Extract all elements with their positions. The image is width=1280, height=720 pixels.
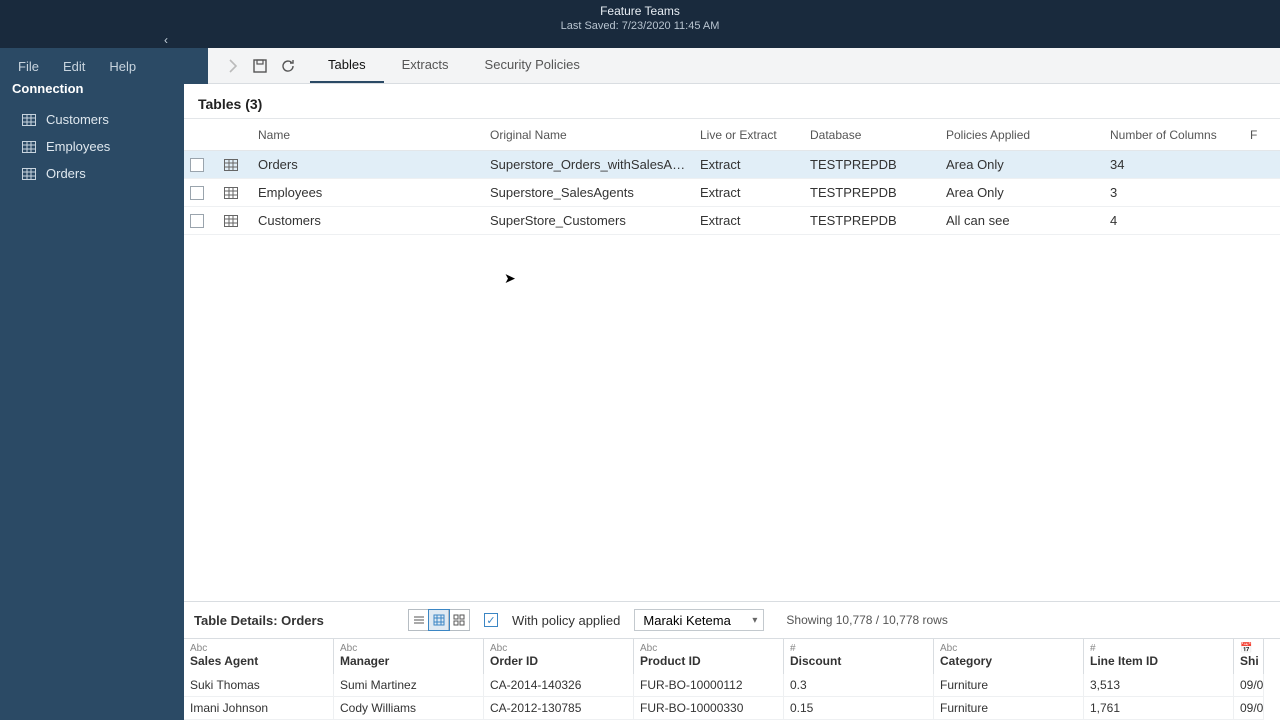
view-grid-icon[interactable] xyxy=(429,610,449,630)
col-num-columns[interactable]: Number of Columns xyxy=(1110,128,1250,142)
toolbar: Tables Extracts Security Policies xyxy=(184,48,1280,84)
table-icon xyxy=(22,141,36,153)
details-title: Table Details: Orders xyxy=(194,613,394,628)
cell-name: Customers xyxy=(258,213,490,228)
table-icon xyxy=(224,159,238,171)
data-grid-header: AbcSales Agent AbcManager AbcOrder ID Ab… xyxy=(184,639,1280,674)
tables-count-header: Tables (3) xyxy=(184,84,1280,118)
tab-tables[interactable]: Tables xyxy=(310,48,384,83)
tab-security-policies[interactable]: Security Policies xyxy=(467,48,598,83)
cell-name: Orders xyxy=(258,157,490,172)
col-policies[interactable]: Policies Applied xyxy=(946,128,1110,142)
collapse-sidebar-button[interactable]: ‹ xyxy=(156,30,176,50)
cell-database: TESTPREPDB xyxy=(810,185,946,200)
col-cutoff[interactable]: F xyxy=(1250,128,1280,142)
cell-policies: Area Only xyxy=(946,157,1110,172)
table-header-row: Name Original Name Live or Extract Datab… xyxy=(184,119,1280,151)
col-database[interactable]: Database xyxy=(810,128,946,142)
workbook-title: Feature Teams xyxy=(0,4,1280,18)
cell-database: TESTPREPDB xyxy=(810,213,946,228)
data-col[interactable]: AbcOrder ID xyxy=(484,639,634,674)
last-saved: Last Saved: 7/23/2020 11:45 AM xyxy=(0,20,1280,32)
sidebar: ‹ Tables in Published Connection Custome… xyxy=(0,48,184,720)
sidebar-item-label: Employees xyxy=(46,139,110,154)
sidebar-item-label: Customers xyxy=(46,112,109,127)
table-row[interactable]: Customers SuperStore_Customers Extract T… xyxy=(184,207,1280,235)
titlebar: Feature Teams Last Saved: 7/23/2020 11:4… xyxy=(0,0,1280,48)
data-row[interactable]: Suki Thomas Sumi Martinez CA-2014-140326… xyxy=(184,674,1280,697)
data-row[interactable]: Imani Johnson Cody Williams CA-2012-1307… xyxy=(184,697,1280,720)
tables-list: Name Original Name Live or Extract Datab… xyxy=(184,118,1280,235)
view-card-icon[interactable] xyxy=(449,610,469,630)
row-checkbox[interactable] xyxy=(190,158,204,172)
cell-original: Superstore_SalesAgents xyxy=(490,185,700,200)
cell-policies: All can see xyxy=(946,213,1110,228)
data-col[interactable]: AbcSales Agent xyxy=(184,639,334,674)
cell-original: SuperStore_Customers xyxy=(490,213,700,228)
data-col[interactable]: #Discount xyxy=(784,639,934,674)
main: Tables Extracts Security Policies Tables… xyxy=(184,48,1280,720)
view-list-icon[interactable] xyxy=(409,610,429,630)
data-col[interactable]: #Line Item ID xyxy=(1084,639,1234,674)
menu-file[interactable]: File xyxy=(18,59,39,74)
table-icon xyxy=(224,215,238,227)
cell-policies: Area Only xyxy=(946,185,1110,200)
cell-numcols: 34 xyxy=(1110,157,1250,172)
table-icon xyxy=(224,187,238,199)
table-icon xyxy=(22,114,36,126)
tabs: Tables Extracts Security Policies xyxy=(310,48,598,83)
col-live-extract[interactable]: Live or Extract xyxy=(700,128,810,142)
sidebar-item-label: Orders xyxy=(46,166,86,181)
col-original-name[interactable]: Original Name xyxy=(490,128,700,142)
table-icon xyxy=(22,168,36,180)
cell-liveext: Extract xyxy=(700,185,810,200)
cell-numcols: 4 xyxy=(1110,213,1250,228)
refresh-button[interactable] xyxy=(274,52,302,80)
menu-help[interactable]: Help xyxy=(109,59,136,74)
forward-button[interactable] xyxy=(218,52,246,80)
policy-checkbox[interactable]: ✓ xyxy=(484,613,498,627)
sidebar-item-orders[interactable]: Orders xyxy=(0,160,184,187)
data-grid: AbcSales Agent AbcManager AbcOrder ID Ab… xyxy=(184,638,1280,720)
save-button[interactable] xyxy=(246,52,274,80)
cell-numcols: 3 xyxy=(1110,185,1250,200)
sidebar-item-employees[interactable]: Employees xyxy=(0,133,184,160)
row-count: Showing 10,778 / 10,778 rows xyxy=(786,613,947,627)
table-row[interactable]: Orders Superstore_Orders_withSalesAgent … xyxy=(184,151,1280,179)
row-checkbox[interactable] xyxy=(190,186,204,200)
cursor-icon: ➤ xyxy=(504,270,516,287)
sidebar-item-customers[interactable]: Customers xyxy=(0,106,184,133)
app-menubar: File Edit Help xyxy=(0,48,208,84)
cell-liveext: Extract xyxy=(700,157,810,172)
cell-name: Employees xyxy=(258,185,490,200)
data-col[interactable]: AbcCategory xyxy=(934,639,1084,674)
cell-database: TESTPREPDB xyxy=(810,157,946,172)
cell-liveext: Extract xyxy=(700,213,810,228)
table-details-panel: Table Details: Orders ✓ With policy appl… xyxy=(184,601,1280,720)
tab-extracts[interactable]: Extracts xyxy=(384,48,467,83)
data-col[interactable]: AbcManager xyxy=(334,639,484,674)
col-name[interactable]: Name xyxy=(258,128,490,142)
user-dropdown[interactable]: Maraki Ketema xyxy=(634,609,764,631)
data-col[interactable]: 📅Shi xyxy=(1234,639,1264,674)
data-col[interactable]: AbcProduct ID xyxy=(634,639,784,674)
policy-label: With policy applied xyxy=(512,613,620,628)
details-header: Table Details: Orders ✓ With policy appl… xyxy=(184,602,1280,638)
menu-edit[interactable]: Edit xyxy=(63,59,85,74)
calendar-icon: 📅 xyxy=(1240,643,1257,654)
view-toggle xyxy=(408,609,470,631)
table-row[interactable]: Employees Superstore_SalesAgents Extract… xyxy=(184,179,1280,207)
cell-original: Superstore_Orders_withSalesAgent xyxy=(490,157,700,172)
row-checkbox[interactable] xyxy=(190,214,204,228)
